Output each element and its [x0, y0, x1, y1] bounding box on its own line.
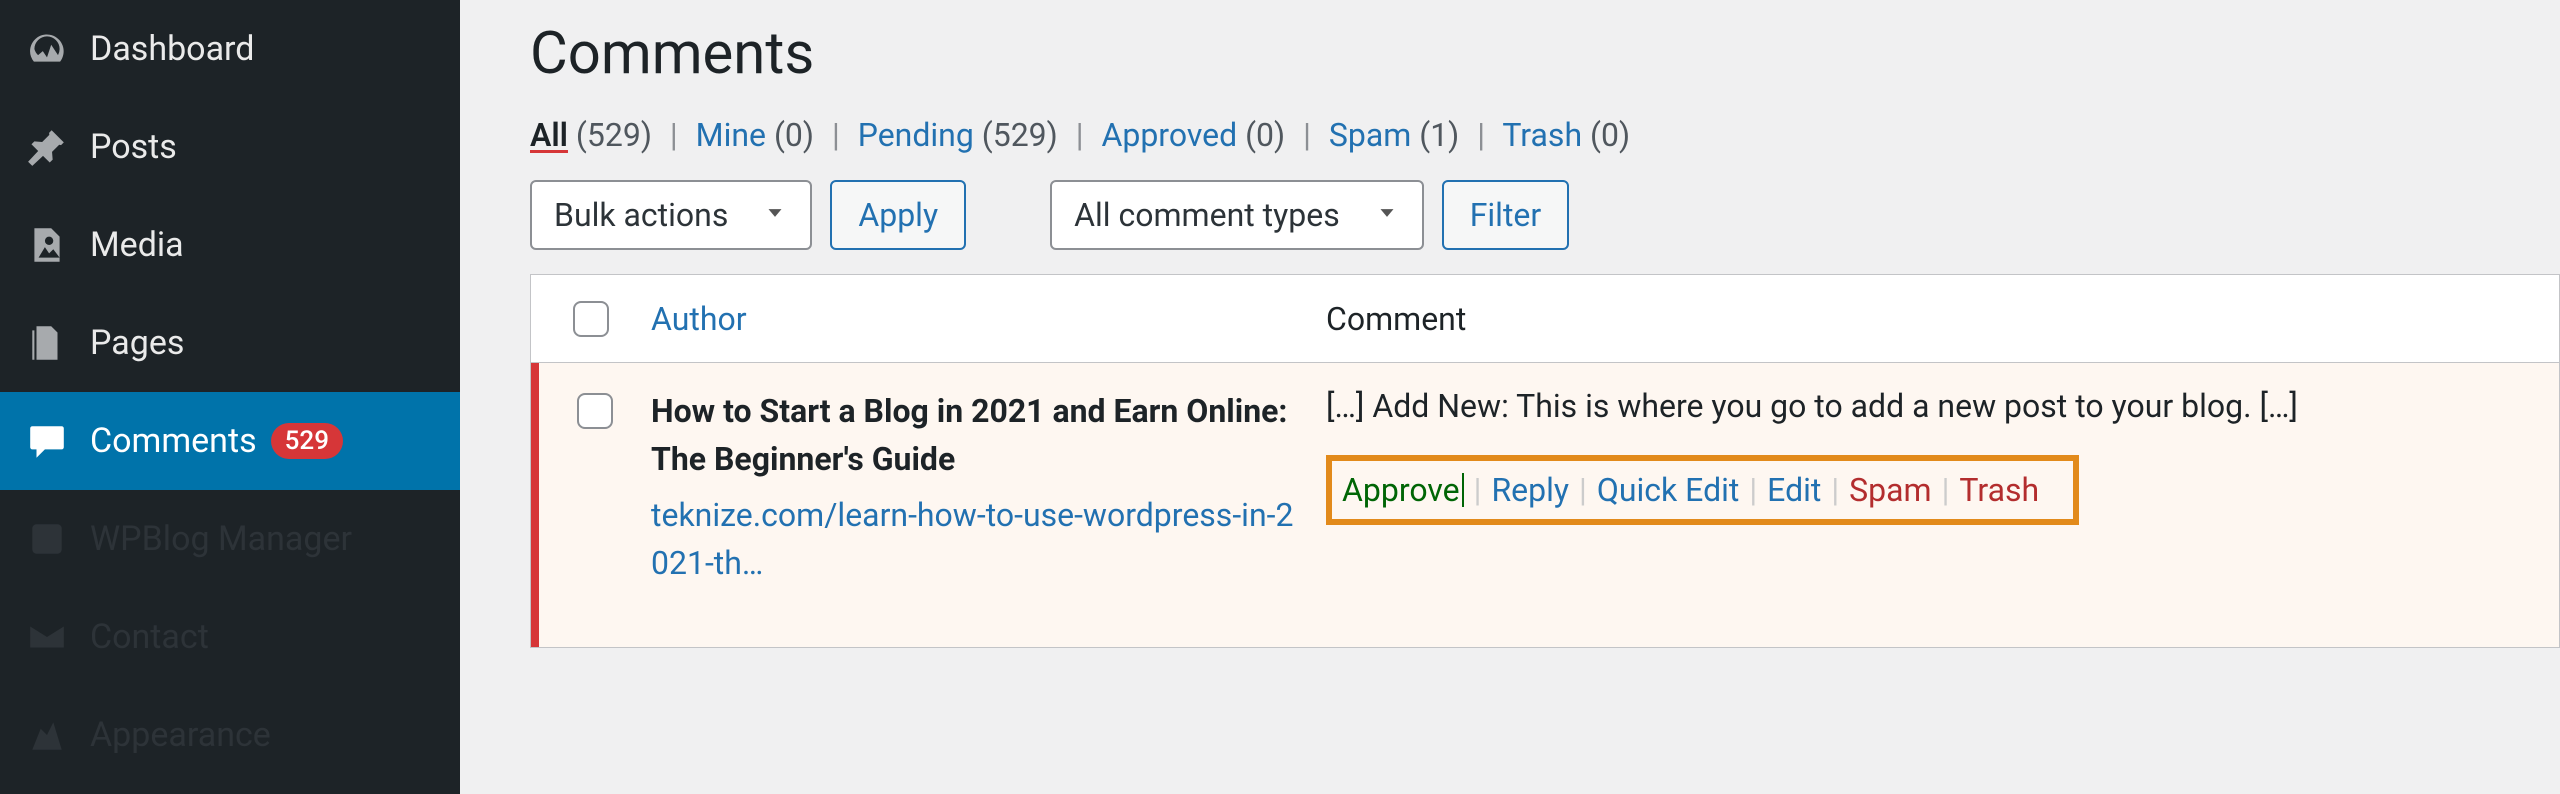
- comment-status-filters: All (529) | Mine (0) | Pending (529) | A…: [530, 116, 2560, 154]
- filter-all[interactable]: All: [530, 116, 568, 154]
- bulk-actions-select[interactable]: Bulk actions: [530, 180, 812, 250]
- sidebar-item-label: Media: [90, 225, 184, 265]
- trash-action[interactable]: Trash: [1959, 471, 2039, 509]
- media-icon: [26, 224, 68, 266]
- table-header: Author Comment: [531, 275, 2559, 363]
- sidebar-item-label: Comments: [90, 421, 257, 461]
- comment-types-select[interactable]: All comment types: [1050, 180, 1424, 250]
- spam-action[interactable]: Spam: [1849, 471, 1931, 509]
- column-author[interactable]: Author: [651, 300, 1326, 338]
- column-comment: Comment: [1326, 300, 2559, 338]
- admin-sidebar: Dashboard Posts Media Pages Comments 529…: [0, 0, 460, 794]
- chevron-down-icon: [762, 196, 788, 234]
- filter-button[interactable]: Filter: [1442, 180, 1570, 250]
- chevron-down-icon: [1374, 196, 1400, 234]
- apply-button[interactable]: Apply: [830, 180, 966, 250]
- sidebar-item-appearance[interactable]: Appearance: [0, 686, 460, 784]
- comments-count-badge: 529: [271, 423, 343, 459]
- table-actions: Bulk actions Apply All comment types Fil…: [530, 180, 2560, 250]
- contact-icon: [26, 616, 68, 658]
- sidebar-item-comments[interactable]: Comments 529: [0, 392, 460, 490]
- plugin-icon: [26, 518, 68, 560]
- edit-action[interactable]: Edit: [1767, 471, 1821, 509]
- comments-table: Author Comment How to Start a Blog in 20…: [530, 274, 2560, 648]
- comment-post-title: How to Start a Blog in 2021 and Earn Onl…: [651, 387, 1294, 483]
- filter-spam[interactable]: Spam: [1329, 116, 1411, 154]
- reply-action[interactable]: Reply: [1491, 471, 1569, 509]
- sidebar-item-dashboard[interactable]: Dashboard: [0, 0, 460, 98]
- filter-trash-count: (0): [1590, 116, 1630, 154]
- select-all-checkbox[interactable]: [573, 301, 609, 337]
- filter-approved[interactable]: Approved: [1101, 116, 1237, 154]
- filter-approved-count: (0): [1245, 116, 1285, 154]
- filter-all-count: (529): [576, 116, 652, 154]
- comments-icon: [26, 420, 68, 462]
- row-checkbox[interactable]: [577, 393, 613, 429]
- main-content: Comments All (529) | Mine (0) | Pending …: [460, 0, 2560, 794]
- appearance-icon: [26, 714, 68, 756]
- comment-text: […] Add New: This is where you go to add…: [1326, 387, 2539, 425]
- pages-icon: [26, 322, 68, 364]
- row-comment-cell: […] Add New: This is where you go to add…: [1326, 387, 2559, 587]
- filter-trash[interactable]: Trash: [1502, 116, 1582, 154]
- sidebar-item-contact[interactable]: Contact: [0, 588, 460, 686]
- sidebar-item-posts[interactable]: Posts: [0, 98, 460, 196]
- select-all-cell: [531, 301, 651, 337]
- comment-author-url[interactable]: teknize.com/learn-how-to-use-wordpress-i…: [651, 491, 1294, 587]
- sidebar-item-label: Appearance: [90, 715, 271, 755]
- sidebar-item-media[interactable]: Media: [0, 196, 460, 294]
- sidebar-item-pages[interactable]: Pages: [0, 294, 460, 392]
- pin-icon: [26, 126, 68, 168]
- sidebar-item-label: Dashboard: [90, 29, 254, 69]
- quick-edit-action[interactable]: Quick Edit: [1597, 471, 1740, 509]
- row-actions: Approve | Reply | Quick Edit | Edit | Sp…: [1326, 455, 2079, 525]
- sidebar-item-label: Pages: [90, 323, 184, 363]
- filter-mine-count: (0): [774, 116, 814, 154]
- table-row: How to Start a Blog in 2021 and Earn Onl…: [531, 363, 2559, 647]
- sidebar-item-label: WPBlog Manager: [90, 519, 352, 559]
- page-title: Comments: [530, 20, 2560, 88]
- filter-spam-count: (1): [1419, 116, 1459, 154]
- filter-pending[interactable]: Pending: [858, 116, 974, 154]
- filter-mine[interactable]: Mine: [696, 116, 766, 154]
- row-author-cell: How to Start a Blog in 2021 and Earn Onl…: [651, 387, 1326, 587]
- dashboard-icon: [26, 28, 68, 70]
- sidebar-item-wpblog-manager[interactable]: WPBlog Manager: [0, 490, 460, 588]
- sidebar-item-label: Posts: [90, 127, 177, 167]
- approve-action[interactable]: Approve: [1342, 471, 1460, 509]
- row-checkbox-cell: [539, 387, 651, 587]
- sidebar-item-label: Contact: [90, 617, 209, 657]
- filter-pending-count: (529): [982, 116, 1058, 154]
